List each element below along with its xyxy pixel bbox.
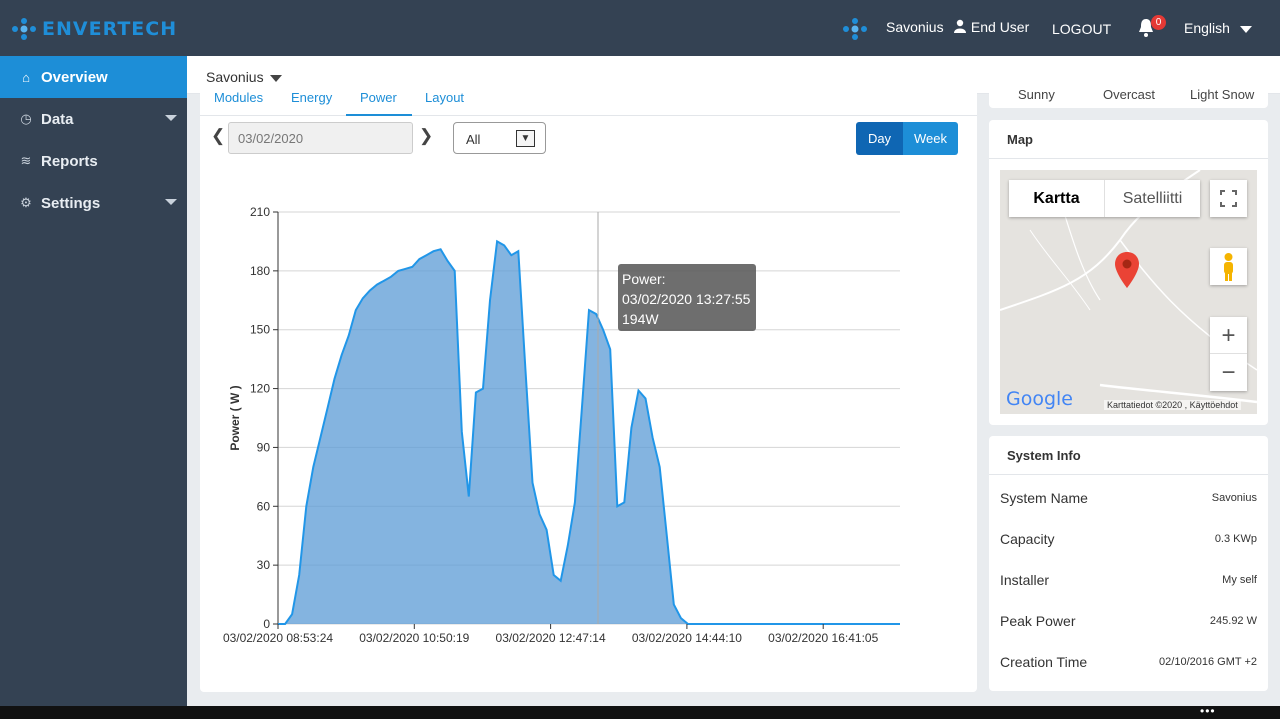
zoom-in-button[interactable]: +	[1210, 317, 1247, 354]
logout-button[interactable]: LOGOUT	[1052, 21, 1111, 37]
system-info-card: System Info System Name Savonius Capacit…	[989, 436, 1268, 691]
weather-strip: Sunny Overcast Light Snow	[989, 88, 1268, 108]
info-label: Creation Time	[1000, 654, 1088, 670]
chart-tooltip: Power: 03/02/2020 13:27:55 194W	[618, 264, 756, 331]
sidebar-item-label: Settings	[41, 194, 101, 212]
chart-area-fill	[278, 241, 900, 624]
breadcrumb[interactable]: Savonius	[206, 69, 282, 85]
fullscreen-button[interactable]	[1210, 180, 1247, 217]
notification-badge: 0	[1151, 15, 1166, 30]
bottom-bar: •••	[0, 704, 1280, 719]
clock-icon: ◷	[20, 111, 32, 126]
sidebar-item-settings[interactable]: ⚙ Settings	[0, 182, 187, 224]
info-row-installer: Installer My self	[1000, 572, 1257, 588]
chart-x-tick-label: 03/02/2020 08:53:24	[223, 631, 333, 645]
chart-y-tick-label: 0	[263, 617, 270, 631]
sidebar-item-reports[interactable]: ≋ Reports	[0, 140, 187, 182]
map-title: Map	[1007, 132, 1033, 147]
tooltip-line-3: 194W	[622, 311, 659, 327]
chart-y-tick-label: 120	[250, 382, 270, 396]
chevron-down-icon	[165, 199, 177, 205]
street-view-button[interactable]	[1210, 248, 1247, 285]
chevron-down-icon	[165, 115, 177, 121]
map-card: Map Kartta Satelliitti + − Google Kartta…	[989, 120, 1268, 425]
logo-icon	[12, 18, 36, 40]
info-value: 245.92 W	[1209, 615, 1257, 627]
chart-y-tick-label: 210	[250, 205, 270, 219]
sidebar: ⌂ Overview ◷ Data ≋ Reports ⚙ Settings	[0, 56, 187, 706]
info-row-peak-power: Peak Power 245.92 W	[1000, 613, 1257, 629]
map-type-satellite-button[interactable]: Satelliitti	[1104, 180, 1200, 217]
chart-y-tick-label: 90	[257, 440, 271, 454]
tooltip-line-1: Power:	[622, 271, 666, 287]
top-bar: ENVERTECH Savonius End User LOGOUT 0 Eng…	[0, 0, 1280, 56]
power-chart: 0 30 60 90 120 150 180 210 03/02/2020 08:53:24 0…	[223, 205, 900, 645]
sidebar-item-label: Reports	[41, 152, 98, 170]
fullscreen-icon	[1220, 190, 1237, 207]
tooltip-line-2: 03/02/2020 13:27:55	[622, 291, 751, 307]
zoom-control: + −	[1210, 317, 1247, 391]
info-label: System Name	[1000, 490, 1088, 506]
user-icon	[954, 19, 966, 33]
system-info-title: System Info	[1007, 448, 1081, 463]
info-row-creation-time: Creation Time 02/10/2016 GMT +2	[1000, 654, 1257, 670]
notifications-button[interactable]: 0	[1137, 15, 1167, 42]
weather-label: Sunny	[1018, 88, 1055, 102]
system-logo-icon	[843, 18, 867, 40]
info-value: Savonius	[1211, 492, 1257, 504]
sidebar-item-label: Overview	[41, 68, 108, 86]
info-label: Peak Power	[1000, 613, 1076, 629]
chart-x-tick-label: 03/02/2020 10:50:19	[359, 631, 469, 645]
user-label: End User	[970, 19, 1030, 35]
zoom-out-button[interactable]: −	[1210, 354, 1247, 391]
map-marker-icon	[1115, 252, 1139, 288]
sidebar-item-overview[interactable]: ⌂ Overview	[0, 56, 187, 98]
stack-icon: ≋	[20, 153, 32, 168]
divider	[989, 474, 1268, 475]
chart-y-tick-label: 150	[250, 323, 270, 337]
chart-y-tick-label: 60	[257, 499, 271, 513]
chevron-down-icon	[1239, 25, 1252, 33]
map-attribution[interactable]: Karttatiedot ©2020 , Käyttöehdot	[1104, 400, 1241, 410]
chart-y-tick-label: 30	[257, 558, 271, 572]
map-type-map-button[interactable]: Kartta	[1009, 180, 1104, 217]
logo[interactable]: ENVERTECH	[10, 16, 177, 42]
chart-y-tick-label: 180	[250, 264, 270, 278]
breadcrumb-system: Savonius	[206, 69, 264, 85]
chart-x-tick-label: 03/02/2020 16:41:05	[768, 631, 878, 645]
map-view[interactable]: Kartta Satelliitti + − Google Karttatied…	[1000, 170, 1257, 414]
chart-y-axis-label: Power ( W )	[228, 385, 242, 450]
sidebar-item-data[interactable]: ◷ Data	[0, 98, 187, 140]
info-label: Capacity	[1000, 531, 1055, 547]
divider	[989, 158, 1268, 159]
language-select[interactable]: English	[1184, 20, 1252, 36]
google-logo: Google	[1006, 388, 1074, 410]
user-menu[interactable]: End User	[953, 19, 1029, 35]
map-type-control: Kartta Satelliitti	[1009, 180, 1200, 217]
weather-label: Overcast	[1103, 88, 1156, 102]
home-icon: ⌂	[22, 69, 30, 85]
gear-icon: ⚙	[20, 195, 32, 210]
info-label: Installer	[1000, 572, 1050, 588]
power-chart-card: Modules Energy Power Layout ❮ 03/02/2020…	[200, 88, 977, 692]
info-row-system-name: System Name Savonius	[1000, 490, 1257, 506]
logo-text: ENVERTECH	[42, 18, 178, 40]
info-row-capacity: Capacity 0.3 KWp	[1000, 531, 1257, 547]
language-label: English	[1184, 20, 1230, 36]
weather-label: Light Snow	[1190, 88, 1255, 102]
pegman-icon	[1224, 253, 1233, 281]
sidebar-item-label: Data	[41, 110, 74, 128]
chart-x-tick-label: 03/02/2020 12:47:14	[496, 631, 606, 645]
info-value: 0.3 KWp	[1214, 533, 1257, 545]
chevron-down-icon	[269, 74, 282, 82]
chart-x-tick-label: 03/02/2020 14:44:10	[632, 631, 742, 645]
more-icon[interactable]: •••	[1200, 704, 1216, 718]
info-value: My self	[1222, 574, 1257, 586]
header-system-name[interactable]: Savonius	[886, 19, 944, 35]
info-value: 02/10/2016 GMT +2	[1159, 656, 1257, 668]
